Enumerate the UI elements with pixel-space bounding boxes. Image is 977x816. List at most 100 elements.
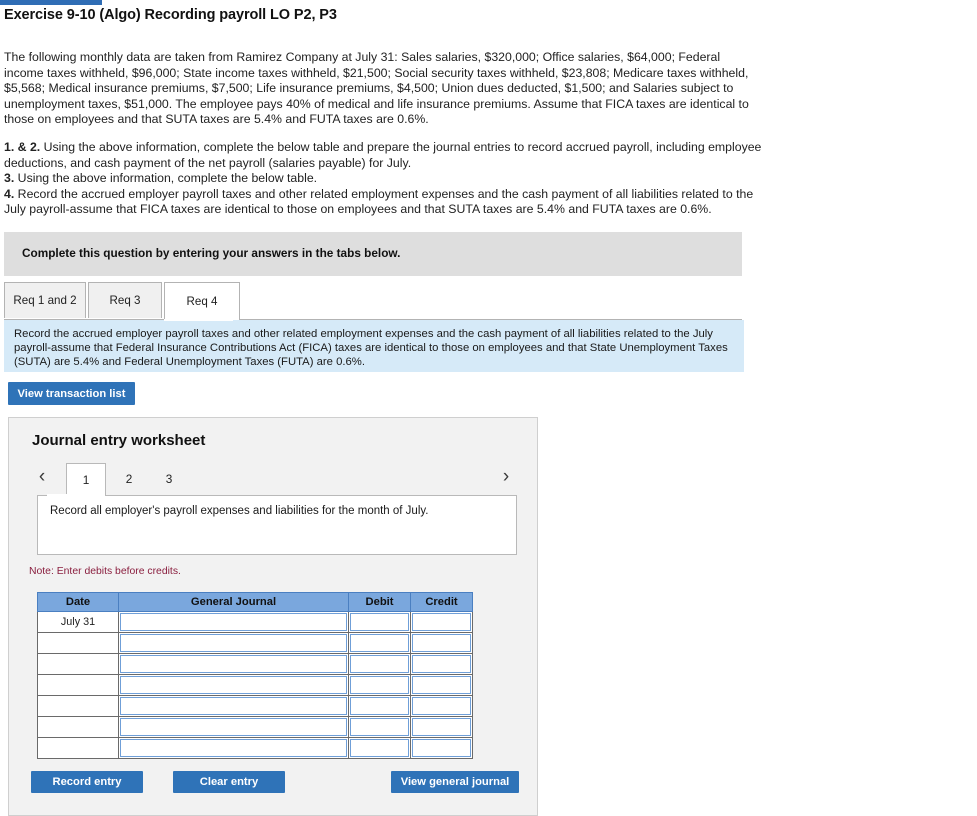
credit-input[interactable]: [412, 718, 471, 736]
credit-input[interactable]: [412, 697, 471, 715]
instruction-bar: Complete this question by entering your …: [4, 232, 742, 276]
requirement-text: Using the above information, complete th…: [4, 140, 762, 170]
transaction-description-box: Record all employer's payroll expenses a…: [37, 495, 517, 555]
debit-input[interactable]: [350, 655, 409, 673]
problem-statement: The following monthly data are taken fro…: [4, 50, 749, 127]
tab-req-3[interactable]: Req 3: [88, 282, 162, 318]
row-account-cell[interactable]: [118, 653, 349, 675]
tabstrip: Req 1 and 2 Req 3 Req 4: [4, 282, 742, 320]
account-input[interactable]: [120, 676, 347, 694]
worksheet-page-1[interactable]: 1: [66, 463, 106, 496]
row-debit-cell[interactable]: [348, 737, 411, 759]
row-credit-cell[interactable]: [410, 632, 473, 654]
view-general-journal-button[interactable]: View general journal: [391, 771, 519, 793]
tab-req-1-and-2[interactable]: Req 1 and 2: [4, 282, 86, 318]
table-row: [37, 695, 473, 717]
view-transaction-list-button[interactable]: View transaction list: [8, 382, 135, 405]
row-credit-cell[interactable]: [410, 611, 473, 633]
row-credit-cell[interactable]: [410, 716, 473, 738]
worksheet-pager: ‹ 1 2 3 ›: [29, 463, 519, 496]
account-input[interactable]: [120, 634, 347, 652]
tabstrip-underline: [4, 319, 742, 320]
page-root: Exercise 9-10 (Algo) Recording payroll L…: [0, 0, 977, 816]
credit-input[interactable]: [412, 613, 471, 631]
chevron-right-icon[interactable]: ›: [496, 465, 516, 489]
table-row: [37, 674, 473, 696]
requirement-text: Record the accrued employer payroll taxe…: [4, 186, 754, 217]
requirement-item: 4. Record the accrued employer payroll t…: [4, 187, 764, 218]
tab-req-4[interactable]: Req 4: [164, 282, 240, 320]
debit-input[interactable]: [350, 634, 409, 652]
requirement-number: 1. & 2.: [4, 140, 41, 154]
page-title: Exercise 9-10 (Algo) Recording payroll L…: [4, 7, 337, 23]
worksheet-page-3[interactable]: 3: [149, 463, 189, 494]
row-credit-cell[interactable]: [410, 674, 473, 696]
credit-input[interactable]: [412, 676, 471, 694]
row-account-cell[interactable]: [118, 695, 349, 717]
table-row: [37, 632, 473, 654]
row-account-cell[interactable]: [118, 716, 349, 738]
table-row: [37, 716, 473, 738]
requirement-info-panel: Record the accrued employer payroll taxe…: [4, 320, 744, 372]
credit-input[interactable]: [412, 655, 471, 673]
row-account-cell[interactable]: [118, 611, 349, 633]
debit-input[interactable]: [350, 718, 409, 736]
worksheet-title: Journal entry worksheet: [32, 432, 206, 449]
row-debit-cell[interactable]: [348, 632, 411, 654]
row-debit-cell[interactable]: [348, 716, 411, 738]
instruction-bar-text: Complete this question by entering your …: [22, 246, 401, 260]
account-input[interactable]: [120, 655, 347, 673]
requirement-item: 3. Using the above information, complete…: [4, 171, 764, 187]
top-accent-bar: [0, 0, 102, 5]
account-input[interactable]: [120, 613, 347, 631]
journal-entry-table: Date General Journal Debit Credit July 3…: [37, 592, 473, 759]
table-row: [37, 737, 473, 759]
journal-entry-worksheet-panel: Journal entry worksheet ‹ 1 2 3 › Record…: [8, 417, 538, 816]
account-input[interactable]: [120, 739, 347, 757]
credit-input[interactable]: [412, 739, 471, 757]
column-header-date: Date: [37, 592, 119, 612]
journal-table-body: July 31: [37, 611, 473, 759]
clear-entry-button[interactable]: Clear entry: [173, 771, 285, 793]
row-credit-cell[interactable]: [410, 653, 473, 675]
row-debit-cell[interactable]: [348, 653, 411, 675]
debit-input[interactable]: [350, 697, 409, 715]
row-debit-cell[interactable]: [348, 674, 411, 696]
record-entry-button[interactable]: Record entry: [31, 771, 143, 793]
row-date-cell: [37, 737, 119, 759]
requirement-number: 4.: [4, 186, 15, 201]
requirement-item: 1. & 2. Using the above information, com…: [4, 140, 764, 171]
column-header-debit: Debit: [348, 592, 411, 612]
row-account-cell[interactable]: [118, 737, 349, 759]
worksheet-page-2[interactable]: 2: [109, 463, 149, 494]
requirements-list: 1. & 2. Using the above information, com…: [4, 140, 764, 218]
table-header-row: Date General Journal Debit Credit: [37, 592, 473, 612]
row-credit-cell[interactable]: [410, 737, 473, 759]
row-date-cell: [37, 632, 119, 654]
row-account-cell[interactable]: [118, 632, 349, 654]
table-row: [37, 653, 473, 675]
row-debit-cell[interactable]: [348, 695, 411, 717]
column-header-credit: Credit: [410, 592, 473, 612]
row-date-cell: [37, 716, 119, 738]
active-tab-underline-gap: [164, 319, 233, 321]
debit-input[interactable]: [350, 613, 409, 631]
account-input[interactable]: [120, 718, 347, 736]
column-header-general-journal: General Journal: [118, 592, 349, 612]
debits-before-credits-note: Note: Enter debits before credits.: [29, 566, 181, 577]
row-date-cell: [37, 695, 119, 717]
chevron-left-icon[interactable]: ‹: [32, 465, 52, 489]
debit-input[interactable]: [350, 739, 409, 757]
requirement-text: Using the above information, complete th…: [14, 171, 318, 186]
row-date-cell: [37, 653, 119, 675]
credit-input[interactable]: [412, 634, 471, 652]
row-debit-cell[interactable]: [348, 611, 411, 633]
row-credit-cell[interactable]: [410, 695, 473, 717]
debit-input[interactable]: [350, 676, 409, 694]
row-date-cell: [37, 674, 119, 696]
table-row: July 31: [37, 611, 473, 633]
row-date-cell: July 31: [37, 611, 119, 633]
requirement-number: 3.: [4, 171, 15, 186]
row-account-cell[interactable]: [118, 674, 349, 696]
account-input[interactable]: [120, 697, 347, 715]
